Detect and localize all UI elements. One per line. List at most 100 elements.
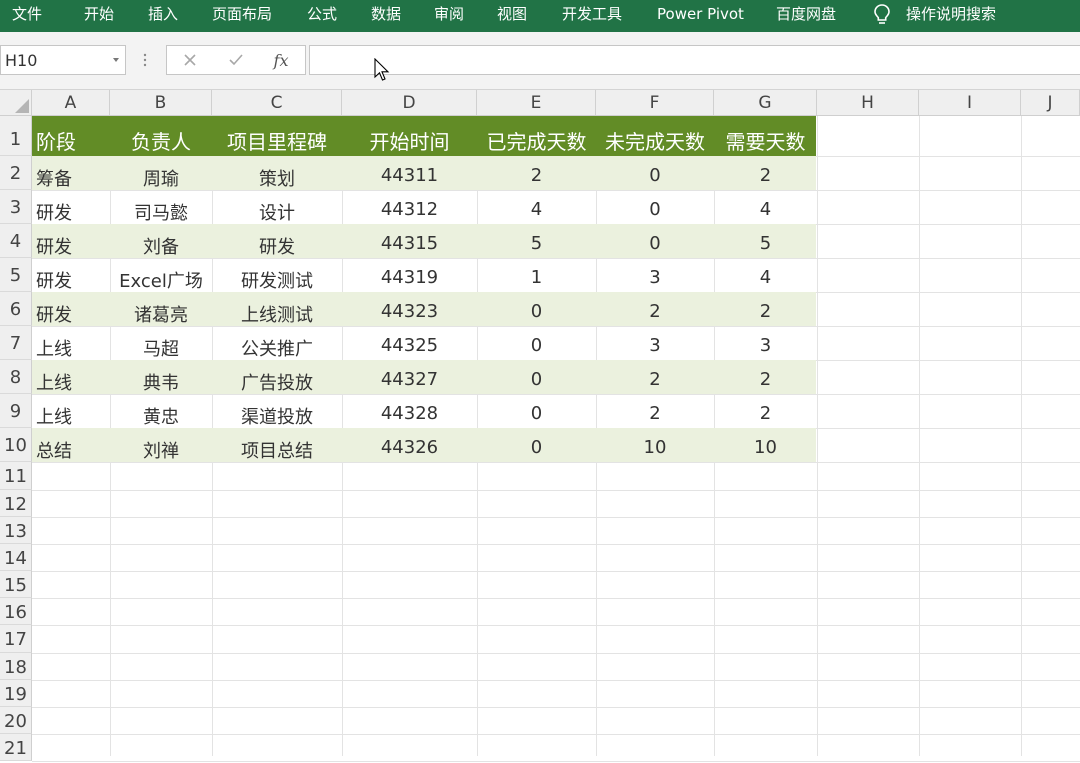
table-cell[interactable]: 1 [477, 267, 596, 288]
table-cell[interactable]: 44326 [342, 437, 477, 458]
row-header-3[interactable]: 3 [0, 190, 32, 224]
tab-developer[interactable]: 开发工具 [562, 0, 622, 32]
tab-page-layout[interactable]: 页面布局 [212, 0, 272, 32]
column-header-e[interactable]: E [477, 90, 596, 116]
worksheet-grid[interactable]: A B C D E F G H I J 1 2 3 4 5 6 7 8 9 10 11 12 13 14 15 16 17 18 19 2… [0, 90, 1080, 762]
table-cell[interactable]: 0 [477, 437, 596, 458]
row-header-2[interactable]: 2 [0, 156, 32, 190]
table-cell[interactable]: 设计 [212, 199, 342, 225]
cell-header[interactable]: 已完成天数 [477, 126, 596, 155]
table-cell[interactable]: 渠道投放 [212, 403, 342, 429]
cell-header[interactable]: 开始时间 [342, 126, 477, 155]
row-header-15[interactable]: 15 [0, 571, 32, 598]
row-header-9[interactable]: 9 [0, 394, 32, 428]
table-cell[interactable]: 44327 [342, 369, 477, 390]
table-cell[interactable]: 44325 [342, 335, 477, 356]
table-cell[interactable]: 0 [477, 369, 596, 390]
formula-input[interactable] [309, 45, 1080, 75]
column-header-d[interactable]: D [342, 90, 477, 116]
table-cell[interactable]: 上线 [36, 335, 72, 361]
drag-handle-icon[interactable] [143, 52, 147, 68]
table-cell[interactable]: 上线 [36, 369, 72, 395]
row-header-17[interactable]: 17 [0, 625, 32, 653]
table-cell[interactable]: 44312 [342, 199, 477, 220]
table-cell[interactable]: 策划 [212, 165, 342, 191]
cancel-icon[interactable] [177, 46, 203, 74]
table-cell[interactable]: 刘备 [110, 233, 212, 259]
row-header-16[interactable]: 16 [0, 598, 32, 625]
column-header-b[interactable]: B [110, 90, 212, 116]
table-cell[interactable]: 0 [596, 165, 714, 186]
table-cell[interactable]: 4 [714, 199, 817, 220]
cell-header[interactable]: 需要天数 [714, 126, 817, 155]
table-cell[interactable]: 0 [596, 233, 714, 254]
row-header-11[interactable]: 11 [0, 462, 32, 490]
table-cell[interactable]: 上线 [36, 403, 72, 429]
tell-me-search[interactable]: 操作说明搜索 [906, 0, 996, 32]
row-header-12[interactable]: 12 [0, 490, 32, 517]
tab-data[interactable]: 数据 [371, 0, 401, 32]
table-cell[interactable]: 典韦 [110, 369, 212, 395]
table-cell[interactable]: 总结 [36, 437, 72, 463]
table-cell[interactable]: 2 [477, 165, 596, 186]
table-cell[interactable]: 研发 [36, 233, 72, 259]
column-header-i[interactable]: I [919, 90, 1021, 116]
row-header-19[interactable]: 19 [0, 680, 32, 707]
row-header-13[interactable]: 13 [0, 517, 32, 544]
table-cell[interactable]: 研发测试 [212, 267, 342, 293]
select-all-corner[interactable] [0, 90, 32, 116]
table-cell[interactable]: 2 [714, 165, 817, 186]
table-cell[interactable]: 周瑜 [110, 165, 212, 191]
cell-header[interactable]: 项目里程碑 [212, 126, 342, 155]
table-cell[interactable]: 诸葛亮 [110, 301, 212, 327]
table-cell[interactable]: 0 [477, 301, 596, 322]
tab-home[interactable]: 开始 [84, 0, 114, 32]
table-cell[interactable]: 研发 [36, 267, 72, 293]
table-cell[interactable]: 研发 [212, 233, 342, 259]
insert-function-icon[interactable]: fx [267, 46, 295, 74]
enter-check-icon[interactable] [223, 46, 249, 74]
row-header-7[interactable]: 7 [0, 326, 32, 360]
row-header-20[interactable]: 20 [0, 707, 32, 734]
table-cell[interactable]: 44323 [342, 301, 477, 322]
table-cell[interactable]: 3 [714, 335, 817, 356]
column-header-g[interactable]: G [714, 90, 817, 116]
table-cell[interactable]: 研发 [36, 301, 72, 327]
table-cell[interactable]: 44319 [342, 267, 477, 288]
row-header-10[interactable]: 10 [0, 428, 32, 462]
table-cell[interactable]: 筹备 [36, 165, 72, 191]
table-cell[interactable]: 2 [714, 369, 817, 390]
tab-power-pivot[interactable]: Power Pivot [657, 0, 744, 32]
table-cell[interactable]: 2 [714, 301, 817, 322]
table-cell[interactable]: 44315 [342, 233, 477, 254]
table-cell[interactable]: 4 [714, 267, 817, 288]
table-cell[interactable]: 0 [477, 403, 596, 424]
table-cell[interactable]: 广告投放 [212, 369, 342, 395]
row-header-14[interactable]: 14 [0, 544, 32, 571]
table-cell[interactable]: 44328 [342, 403, 477, 424]
tab-file[interactable]: 文件 [12, 0, 42, 32]
row-header-1[interactable]: 1 [0, 116, 32, 156]
table-cell[interactable]: 5 [714, 233, 817, 254]
table-cell[interactable]: 5 [477, 233, 596, 254]
lightbulb-icon[interactable] [872, 3, 892, 27]
table-cell[interactable]: 0 [596, 199, 714, 220]
table-cell[interactable]: 公关推广 [212, 335, 342, 361]
column-header-a[interactable]: A [32, 90, 110, 116]
row-header-4[interactable]: 4 [0, 224, 32, 258]
cell-header[interactable]: 阶段 [36, 126, 76, 155]
table-cell[interactable]: 2 [596, 403, 714, 424]
table-cell[interactable]: 2 [714, 403, 817, 424]
column-header-j[interactable]: J [1021, 90, 1080, 116]
chevron-down-icon[interactable] [113, 58, 119, 62]
tab-view[interactable]: 视图 [497, 0, 527, 32]
column-header-f[interactable]: F [596, 90, 714, 116]
table-cell[interactable]: 黄忠 [110, 403, 212, 429]
table-cell[interactable]: 3 [596, 335, 714, 356]
table-cell[interactable]: Excel广场 [110, 267, 212, 293]
column-header-c[interactable]: C [212, 90, 342, 116]
table-cell[interactable]: 研发 [36, 199, 72, 225]
tab-baidu-netdisk[interactable]: 百度网盘 [776, 0, 836, 32]
row-header-6[interactable]: 6 [0, 292, 32, 326]
table-cell[interactable]: 司马懿 [110, 199, 212, 225]
